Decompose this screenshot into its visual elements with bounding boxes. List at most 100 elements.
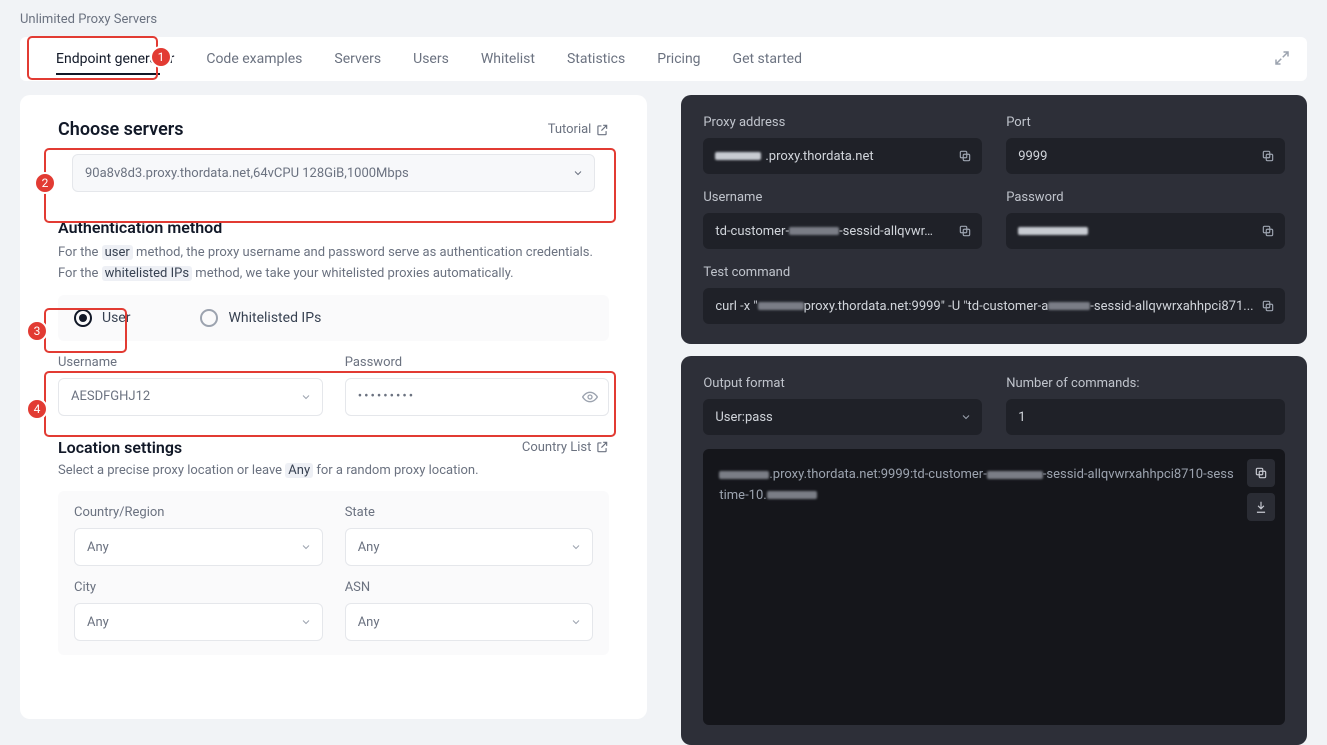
- tab-servers[interactable]: Servers: [318, 37, 397, 81]
- location-title: Location settings: [58, 438, 182, 457]
- username-value: AESDFGHJ12: [71, 389, 150, 404]
- tabs-bar: Endpoint generator Code examples Servers…: [20, 37, 1307, 81]
- username-text: td-customer- -sessid-allqvwr…: [715, 224, 933, 239]
- tab-pricing[interactable]: Pricing: [641, 37, 716, 81]
- radio-whitelist-label: Whitelisted IPs: [228, 310, 321, 326]
- tab-whitelist[interactable]: Whitelist: [465, 37, 551, 81]
- auth-method-description: For the user method, the proxy username …: [58, 243, 609, 285]
- asn-label: ASN: [345, 580, 594, 595]
- copy-icon[interactable]: [958, 224, 972, 238]
- redacted-segment: [789, 227, 839, 235]
- server-select-value: 90a8v8d3.proxy.thordata.net,64vCPU 128Gi…: [85, 166, 409, 181]
- asn-select[interactable]: Any: [345, 603, 594, 641]
- username-value[interactable]: td-customer- -sessid-allqvwr…: [703, 213, 982, 249]
- port-label: Port: [1006, 115, 1285, 130]
- username-label: Username: [703, 190, 982, 205]
- radio-user-label: User: [102, 310, 130, 326]
- password-input[interactable]: •••••••••: [345, 378, 610, 416]
- copy-icon[interactable]: [958, 149, 972, 163]
- radio-circle-icon: [74, 309, 92, 327]
- copy-output-button[interactable]: [1247, 459, 1275, 487]
- country-list-link[interactable]: Country List: [522, 440, 610, 455]
- redacted-segment: [1018, 227, 1088, 235]
- output-text: .proxy.thordata.net:9999:td-customer--se…: [719, 467, 1233, 503]
- tab-statistics[interactable]: Statistics: [551, 37, 641, 81]
- proxy-address-text: .proxy.thordata.net: [765, 149, 873, 164]
- copy-icon[interactable]: [1261, 224, 1275, 238]
- auth-desc-whitelist: whitelisted IPs: [102, 266, 192, 281]
- username-suffix: -sessid-allqvwr…: [839, 224, 933, 239]
- tab-code-examples[interactable]: Code examples: [190, 37, 318, 81]
- num-commands-value: 1: [1018, 410, 1025, 425]
- radio-user[interactable]: User: [74, 309, 130, 327]
- output-format-label: Output format: [703, 376, 982, 391]
- city-select[interactable]: Any: [74, 603, 323, 641]
- auth-method-title: Authentication method: [58, 218, 609, 237]
- proxy-address-value[interactable]: .proxy.thordata.net: [703, 138, 982, 174]
- username-prefix: td-customer-: [715, 224, 789, 239]
- port-value[interactable]: 9999: [1006, 138, 1285, 174]
- state-value: Any: [358, 540, 380, 555]
- tab-endpoint-generator[interactable]: Endpoint generator: [40, 37, 190, 81]
- asn-value: Any: [358, 615, 380, 630]
- password-label: Password: [1006, 190, 1285, 205]
- output-format-select[interactable]: User:pass: [703, 399, 982, 435]
- state-label: State: [345, 505, 594, 520]
- tab-users[interactable]: Users: [397, 37, 465, 81]
- redacted-segment: [719, 471, 769, 479]
- location-fields: Country/Region Any State Any City: [58, 491, 609, 655]
- tab-label: Get started: [733, 51, 802, 67]
- page-title: Unlimited Proxy Servers: [20, 12, 1307, 27]
- num-commands-input[interactable]: 1: [1006, 399, 1285, 435]
- auth-desc-user: user: [102, 245, 133, 260]
- download-output-button[interactable]: [1247, 493, 1275, 521]
- output-format-value: User:pass: [715, 410, 772, 425]
- loc-desc-seg: Select a precise proxy location or leave: [58, 463, 285, 478]
- test-command-text: curl -x "proxy.thordata.net:9999" -U "td…: [715, 299, 1253, 314]
- test-cmd-seg: -sessid-allqvwrxahhpci871...: [1090, 299, 1253, 314]
- server-select[interactable]: 90a8v8d3.proxy.thordata.net,64vCPU 128Gi…: [72, 154, 595, 192]
- redacted-segment: [758, 302, 804, 310]
- choose-servers-title: Choose servers: [58, 119, 184, 140]
- country-select[interactable]: Any: [74, 528, 323, 566]
- username-label: Username: [58, 355, 323, 370]
- state-select[interactable]: Any: [345, 528, 594, 566]
- password-value[interactable]: [1006, 213, 1285, 249]
- chevron-down-icon: [960, 411, 972, 423]
- tab-label: Servers: [334, 51, 381, 67]
- tab-get-started[interactable]: Get started: [717, 37, 818, 81]
- password-label: Password: [345, 355, 610, 370]
- chevron-down-icon: [570, 541, 582, 553]
- output-seg: .proxy.thordata.net:9999:td-customer-: [769, 467, 986, 482]
- radio-circle-icon: [200, 309, 218, 327]
- tutorial-link[interactable]: Tutorial: [548, 122, 610, 137]
- copy-icon[interactable]: [1261, 299, 1275, 313]
- proxy-address-label: Proxy address: [703, 115, 982, 130]
- auth-radio-group: User Whitelisted IPs: [58, 295, 609, 341]
- tab-label: Users: [413, 51, 449, 67]
- radio-whitelisted-ips[interactable]: Whitelisted IPs: [200, 309, 321, 327]
- loc-desc-any: Any: [285, 463, 313, 478]
- tab-label: Whitelist: [481, 51, 535, 67]
- tab-label: Code examples: [206, 51, 302, 67]
- city-label: City: [74, 580, 323, 595]
- output-textarea[interactable]: .proxy.thordata.net:9999:td-customer--se…: [703, 449, 1285, 725]
- credentials-panel: Proxy address .proxy.thordata.net Port 9…: [681, 95, 1307, 344]
- password-value: •••••••••: [358, 389, 415, 404]
- redacted-segment: [987, 471, 1043, 479]
- num-commands-label: Number of commands:: [1006, 376, 1285, 391]
- test-cmd-seg: proxy.thordata.net:9999" -U "td-customer…: [804, 299, 1049, 314]
- country-label: Country/Region: [74, 505, 323, 520]
- copy-icon[interactable]: [1261, 149, 1275, 163]
- expand-icon[interactable]: [1273, 49, 1293, 69]
- chevron-down-icon: [300, 616, 312, 628]
- chevron-down-icon: [570, 616, 582, 628]
- location-description: Select a precise proxy location or leave…: [58, 461, 609, 482]
- redacted-segment: [767, 491, 817, 499]
- eye-icon[interactable]: [582, 389, 598, 405]
- tutorial-label: Tutorial: [548, 122, 592, 137]
- tab-label: Pricing: [657, 51, 700, 67]
- tab-label: Statistics: [567, 51, 625, 67]
- test-command-value[interactable]: curl -x "proxy.thordata.net:9999" -U "td…: [703, 288, 1285, 324]
- username-select[interactable]: AESDFGHJ12: [58, 378, 323, 416]
